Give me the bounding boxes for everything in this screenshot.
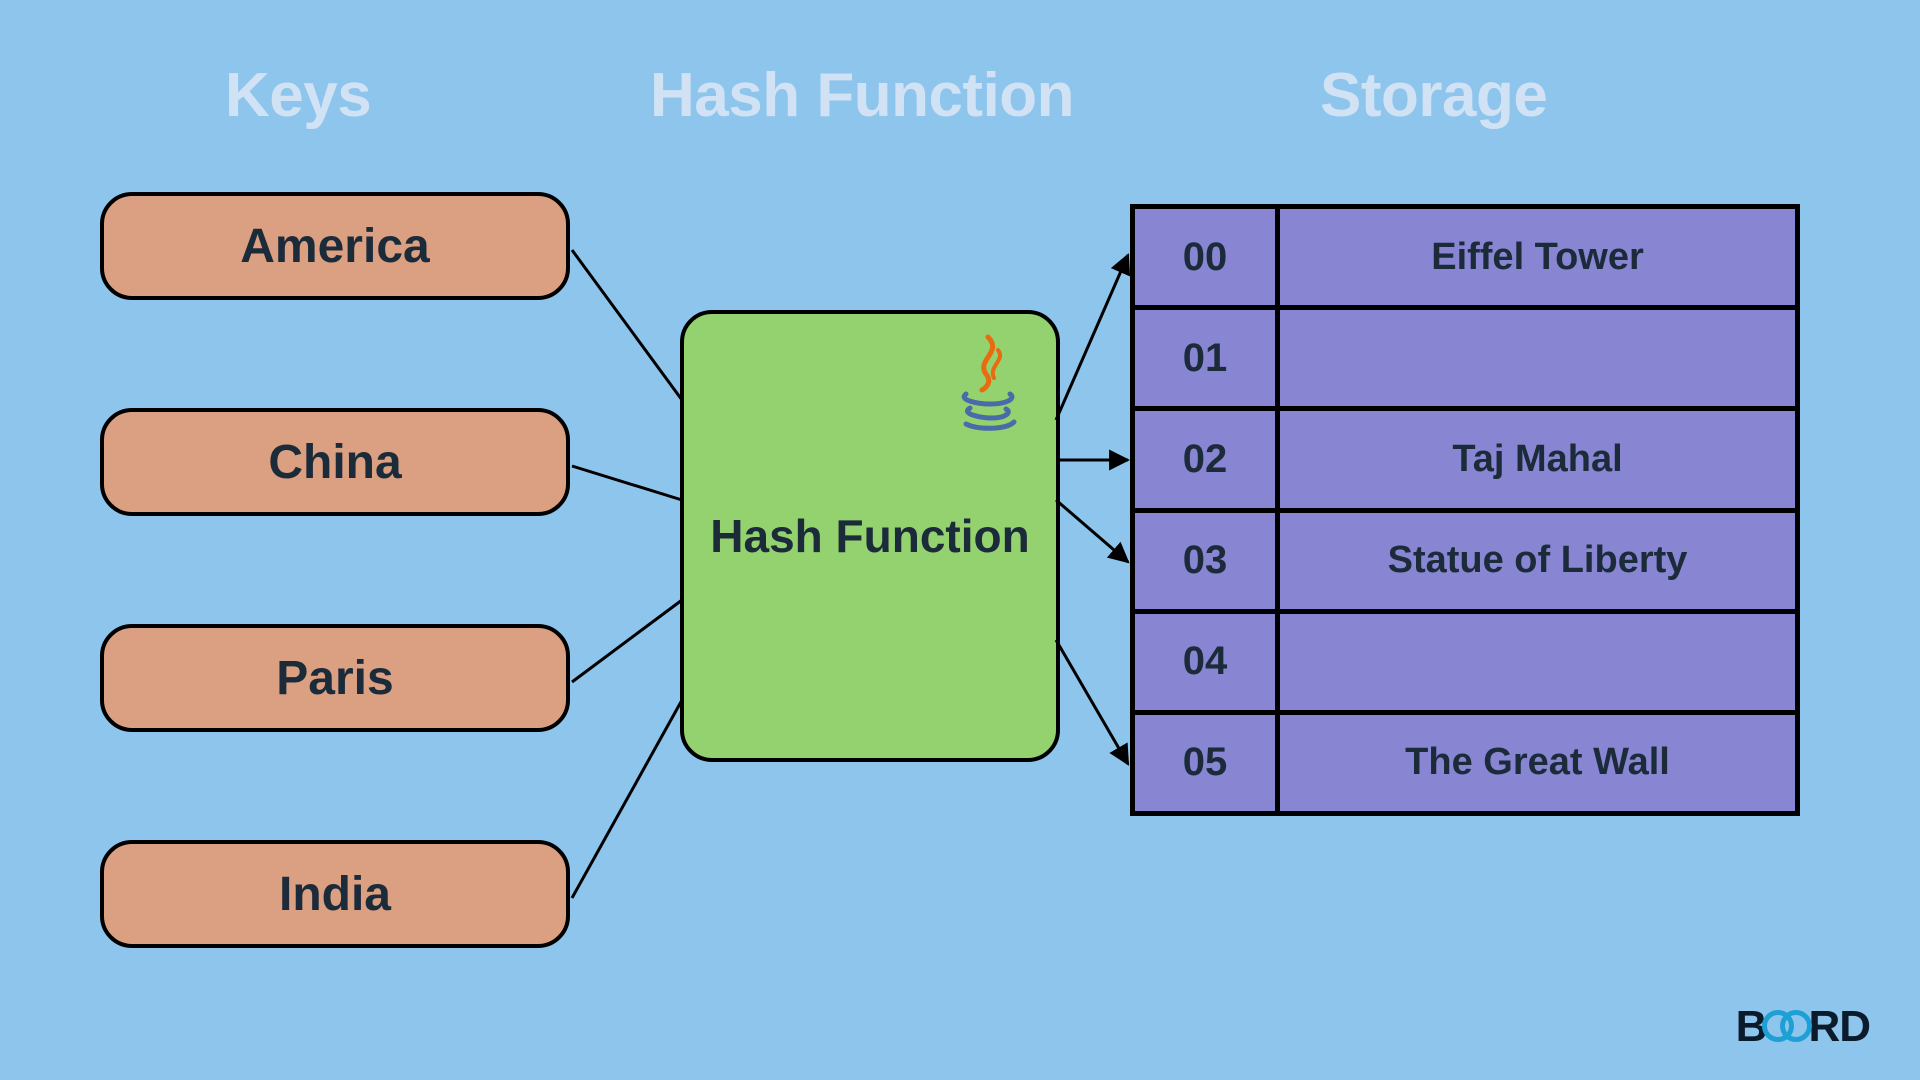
- storage-index: 00: [1135, 209, 1280, 305]
- brand-logo: B RD: [1736, 1002, 1870, 1052]
- table-row: 00 Eiffel Tower: [1135, 209, 1795, 305]
- key-box: China: [100, 408, 570, 516]
- storage-value: Statue of Liberty: [1280, 513, 1795, 609]
- table-row: 01: [1135, 305, 1795, 406]
- table-row: 04: [1135, 609, 1795, 710]
- storage-value: Taj Mahal: [1280, 411, 1795, 507]
- key-box: Paris: [100, 624, 570, 732]
- key-box: America: [100, 192, 570, 300]
- storage-value: Eiffel Tower: [1280, 209, 1795, 305]
- storage-table: 00 Eiffel Tower 01 02 Taj Mahal 03 Statu…: [1130, 204, 1800, 816]
- hash-function-label: Hash Function: [710, 509, 1029, 563]
- storage-index: 01: [1135, 310, 1280, 406]
- storage-index: 03: [1135, 513, 1280, 609]
- storage-value: [1280, 310, 1795, 406]
- storage-index: 02: [1135, 411, 1280, 507]
- header-keys: Keys: [225, 60, 371, 131]
- table-row: 02 Taj Mahal: [1135, 406, 1795, 507]
- storage-value: [1280, 614, 1795, 710]
- key-label: Paris: [276, 651, 393, 706]
- storage-value: The Great Wall: [1280, 715, 1795, 811]
- key-label: India: [279, 867, 391, 922]
- key-label: China: [268, 435, 401, 490]
- key-label: America: [240, 219, 429, 274]
- java-logo-icon: [948, 332, 1028, 443]
- table-row: 03 Statue of Liberty: [1135, 508, 1795, 609]
- diagram-canvas: Keys Hash Function Storage America China…: [0, 0, 1920, 1080]
- storage-index: 04: [1135, 614, 1280, 710]
- infinity-icon: [1764, 1012, 1810, 1042]
- header-hash: Hash Function: [650, 60, 1074, 131]
- storage-index: 05: [1135, 715, 1280, 811]
- table-row: 05 The Great Wall: [1135, 710, 1795, 811]
- brand-suffix: RD: [1808, 1002, 1870, 1052]
- header-storage: Storage: [1320, 60, 1547, 131]
- hash-function-box: Hash Function: [680, 310, 1060, 762]
- key-box: India: [100, 840, 570, 948]
